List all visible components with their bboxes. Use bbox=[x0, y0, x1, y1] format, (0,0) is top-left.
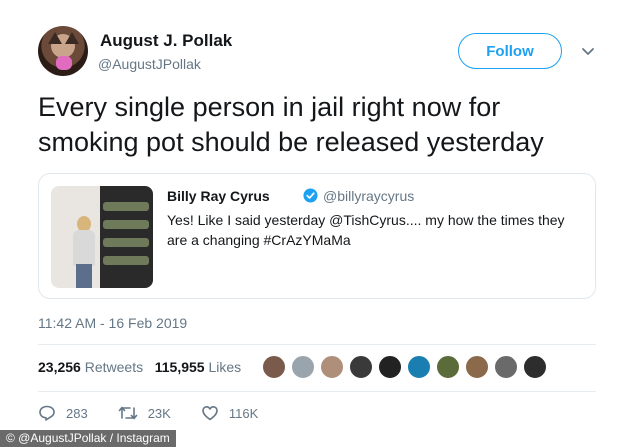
quoted-tweet-card[interactable]: Billy Ray Cyrus @billyraycyrus Yes! Like… bbox=[38, 173, 596, 299]
liker-avatar[interactable] bbox=[523, 355, 547, 379]
author-avatar[interactable] bbox=[38, 26, 88, 76]
liker-avatar[interactable] bbox=[465, 355, 489, 379]
heart-icon bbox=[202, 406, 218, 421]
liker-avatar[interactable] bbox=[291, 355, 315, 379]
reply-icon bbox=[39, 405, 55, 421]
chevron-down-icon[interactable] bbox=[580, 43, 596, 59]
reply-count: 283 bbox=[66, 405, 88, 421]
reply-button[interactable]: 283 bbox=[38, 404, 88, 422]
follow-button[interactable]: Follow bbox=[458, 33, 562, 69]
quoted-display-name: Billy Ray Cyrus bbox=[167, 188, 270, 204]
quoted-tweet-image[interactable] bbox=[51, 186, 153, 288]
avatar-detail bbox=[56, 56, 72, 70]
liker-avatar[interactable] bbox=[407, 355, 431, 379]
liker-avatar[interactable] bbox=[262, 355, 286, 379]
image-shelf bbox=[103, 256, 149, 265]
like-count-label: Likes bbox=[208, 359, 242, 375]
engagement-stats: 23,256 Retweets 115,955 Likes bbox=[38, 359, 241, 375]
liker-avatar[interactable] bbox=[378, 355, 402, 379]
verified-badge-icon bbox=[303, 188, 318, 203]
image-person bbox=[73, 230, 95, 266]
image-credit-watermark: © @AugustJPollak / Instagram bbox=[0, 430, 176, 447]
avatar-ear-left bbox=[48, 32, 62, 44]
like-button[interactable]: 116K bbox=[201, 404, 258, 422]
image-shelf bbox=[103, 220, 149, 229]
retweet-count: 23,256 bbox=[38, 359, 81, 375]
retweet-count-label: Retweets bbox=[84, 359, 144, 375]
quoted-text: Yes! Like I said yesterday @TishCyrus...… bbox=[167, 212, 565, 248]
avatar-ear-right bbox=[65, 32, 79, 44]
tweet-timestamp[interactable]: 11:42 AM - 16 Feb 2019 bbox=[38, 315, 187, 331]
author-display-name[interactable]: August J. Pollak bbox=[100, 31, 232, 51]
liker-avatars[interactable] bbox=[262, 355, 552, 379]
divider bbox=[38, 344, 596, 345]
liker-avatar[interactable] bbox=[436, 355, 460, 379]
like-count-link[interactable]: 115,955 Likes bbox=[155, 359, 241, 375]
divider bbox=[38, 391, 596, 392]
retweet-count-link[interactable]: 23,256 Retweets bbox=[38, 359, 143, 375]
like-count: 115,955 bbox=[154, 359, 205, 375]
retweet-button[interactable]: 23K bbox=[118, 404, 171, 422]
image-shelf bbox=[103, 202, 149, 211]
liker-avatar[interactable] bbox=[349, 355, 373, 379]
image-person bbox=[76, 264, 92, 288]
quoted-handle: @billyraycyrus bbox=[323, 188, 415, 204]
tweet-actions: 283 23K 116K bbox=[38, 404, 288, 422]
liker-avatar[interactable] bbox=[320, 355, 344, 379]
retweet-action-count: 23K bbox=[147, 405, 171, 421]
author-handle[interactable]: @AugustJPollak bbox=[98, 56, 201, 72]
retweet-icon bbox=[118, 406, 138, 420]
image-shelf bbox=[103, 238, 149, 247]
like-action-count: 116K bbox=[228, 405, 259, 421]
liker-avatar[interactable] bbox=[494, 355, 518, 379]
tweet-text: Every single person in jail right now fo… bbox=[38, 92, 544, 157]
